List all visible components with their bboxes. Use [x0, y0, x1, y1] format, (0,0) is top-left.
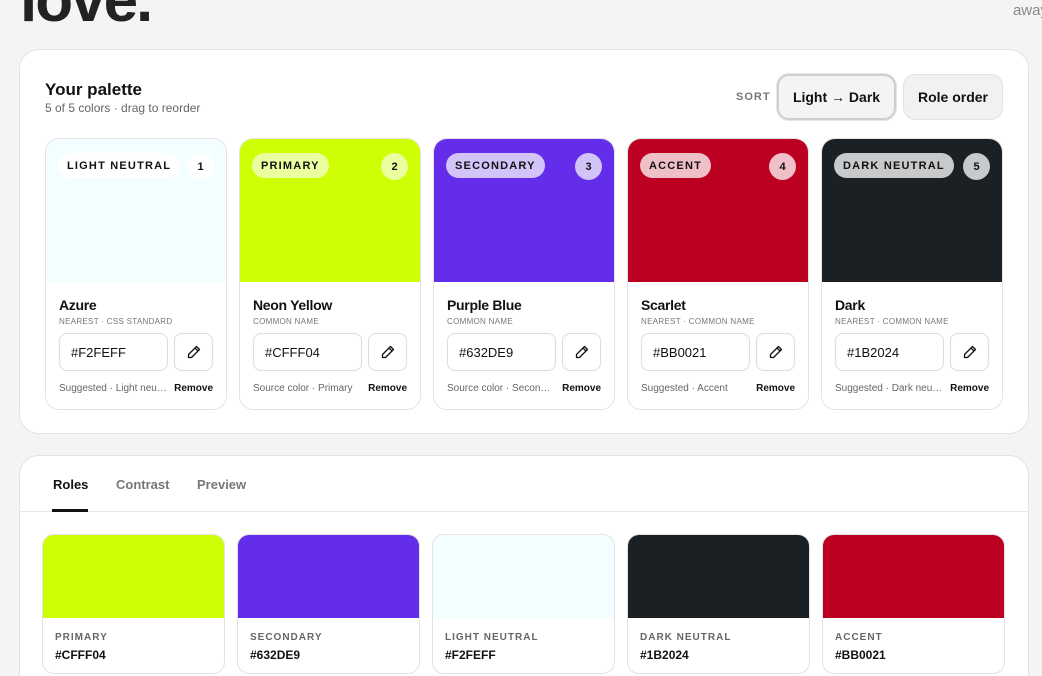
hero-heading: love.	[20, 0, 153, 35]
hex-input[interactable]	[447, 333, 556, 371]
remove-button[interactable]: Remove	[950, 383, 989, 394]
color-name-source: COMMON NAME	[447, 317, 513, 326]
roles-panel: Roles Contrast Preview PRIMARY #CFFF04 S…	[19, 455, 1029, 676]
role-label: SECONDARY	[250, 632, 323, 643]
role-hex: #1B2024	[640, 648, 689, 662]
edit-button[interactable]	[562, 333, 601, 371]
remove-button[interactable]: Remove	[756, 383, 795, 394]
tab-contrast[interactable]: Contrast	[116, 477, 169, 492]
color-swatch: DARK NEUTRAL 5	[822, 139, 1002, 282]
role-swatch	[238, 535, 419, 618]
active-tab-indicator	[52, 509, 88, 512]
color-name: Azure	[59, 297, 97, 313]
color-name: Neon Yellow	[253, 297, 332, 313]
role-card: SECONDARY #632DE9	[237, 534, 420, 674]
color-name-source: NEAREST · COMMON NAME	[641, 317, 755, 326]
role-hex: #BB0021	[835, 648, 886, 662]
role-pill: ACCENT	[640, 153, 712, 178]
role-card-list: PRIMARY #CFFF04 SECONDARY #632DE9 LIGHT …	[42, 534, 1005, 674]
tab-roles[interactable]: Roles	[53, 477, 88, 492]
edit-button[interactable]	[756, 333, 795, 371]
palette-panel: Your palette 5 of 5 colors · drag to reo…	[19, 49, 1029, 434]
tab-bar: Roles Contrast Preview	[20, 456, 1028, 512]
pencil-icon	[381, 345, 394, 359]
role-pill: DARK NEUTRAL	[834, 153, 954, 178]
role-card: LIGHT NEUTRAL #F2FEFF	[432, 534, 615, 674]
color-name: Scarlet	[641, 297, 686, 313]
order-badge: 3	[575, 153, 602, 180]
role-swatch	[43, 535, 224, 618]
panel-title: Your palette	[45, 80, 142, 99]
color-card[interactable]: ACCENT 4 Scarlet NEAREST · COMMON NAME S…	[627, 138, 809, 410]
role-label: LIGHT NEUTRAL	[445, 632, 539, 643]
color-name: Purple Blue	[447, 297, 522, 313]
role-label: PRIMARY	[55, 632, 108, 643]
pencil-icon	[963, 345, 976, 359]
order-badge: 2	[381, 153, 408, 180]
hex-input[interactable]	[253, 333, 362, 371]
role-hex: #632DE9	[250, 648, 301, 662]
hero-side-text: away	[1012, 2, 1042, 19]
tab-preview[interactable]: Preview	[197, 477, 246, 492]
color-card[interactable]: PRIMARY 2 Neon Yellow COMMON NAME Source…	[239, 138, 421, 410]
hex-input[interactable]	[59, 333, 168, 371]
pencil-icon	[769, 345, 782, 359]
color-swatch: LIGHT NEUTRAL 1	[46, 139, 226, 282]
role-card: ACCENT #BB0021	[822, 534, 1005, 674]
color-swatch: SECONDARY 3	[434, 139, 614, 282]
order-badge: 1	[187, 153, 214, 180]
color-footnote: Suggested · Dark neutral	[835, 383, 943, 394]
role-hex: #CFFF04	[55, 648, 106, 662]
role-pill: SECONDARY	[446, 153, 545, 178]
sort-role-order-button[interactable]: Role order	[903, 74, 1003, 120]
role-swatch	[628, 535, 809, 618]
sort-light-dark-button[interactable]: Light → Dark	[777, 74, 896, 120]
pencil-icon	[575, 345, 588, 359]
color-name: Dark	[835, 297, 865, 313]
panel-subtitle: 5 of 5 colors · drag to reorder	[45, 101, 201, 115]
remove-button[interactable]: Remove	[562, 383, 601, 394]
color-card[interactable]: DARK NEUTRAL 5 Dark NEAREST · COMMON NAM…	[821, 138, 1003, 410]
color-name-source: COMMON NAME	[253, 317, 319, 326]
color-name-source: NEAREST · COMMON NAME	[835, 317, 949, 326]
color-card[interactable]: SECONDARY 3 Purple Blue COMMON NAME Sour…	[433, 138, 615, 410]
hex-input[interactable]	[835, 333, 944, 371]
remove-button[interactable]: Remove	[368, 383, 407, 394]
edit-button[interactable]	[174, 333, 213, 371]
color-card-list: LIGHT NEUTRAL 1 Azure NEAREST · CSS STAN…	[45, 138, 1003, 410]
color-footnote: Source color · Secondary	[447, 383, 555, 394]
order-badge: 5	[963, 153, 990, 180]
order-badge: 4	[769, 153, 796, 180]
color-card[interactable]: LIGHT NEUTRAL 1 Azure NEAREST · CSS STAN…	[45, 138, 227, 410]
remove-button[interactable]: Remove	[174, 383, 213, 394]
color-swatch: ACCENT 4	[628, 139, 808, 282]
color-footnote: Suggested · Accent	[641, 383, 728, 394]
edit-button[interactable]	[368, 333, 407, 371]
pencil-icon	[187, 345, 200, 359]
color-footnote: Suggested · Light neutral	[59, 383, 167, 394]
role-label: DARK NEUTRAL	[640, 632, 732, 643]
role-pill: LIGHT NEUTRAL	[58, 153, 181, 178]
role-card: DARK NEUTRAL #1B2024	[627, 534, 810, 674]
role-swatch	[433, 535, 614, 618]
sort-label: SORT	[736, 91, 771, 103]
edit-button[interactable]	[950, 333, 989, 371]
role-swatch	[823, 535, 1004, 618]
color-swatch: PRIMARY 2	[240, 139, 420, 282]
role-pill: PRIMARY	[252, 153, 329, 178]
color-name-source: NEAREST · CSS STANDARD	[59, 317, 173, 326]
role-card: PRIMARY #CFFF04	[42, 534, 225, 674]
hex-input[interactable]	[641, 333, 750, 371]
role-label: ACCENT	[835, 632, 883, 643]
role-hex: #F2FEFF	[445, 648, 496, 662]
color-footnote: Source color · Primary	[253, 383, 353, 394]
